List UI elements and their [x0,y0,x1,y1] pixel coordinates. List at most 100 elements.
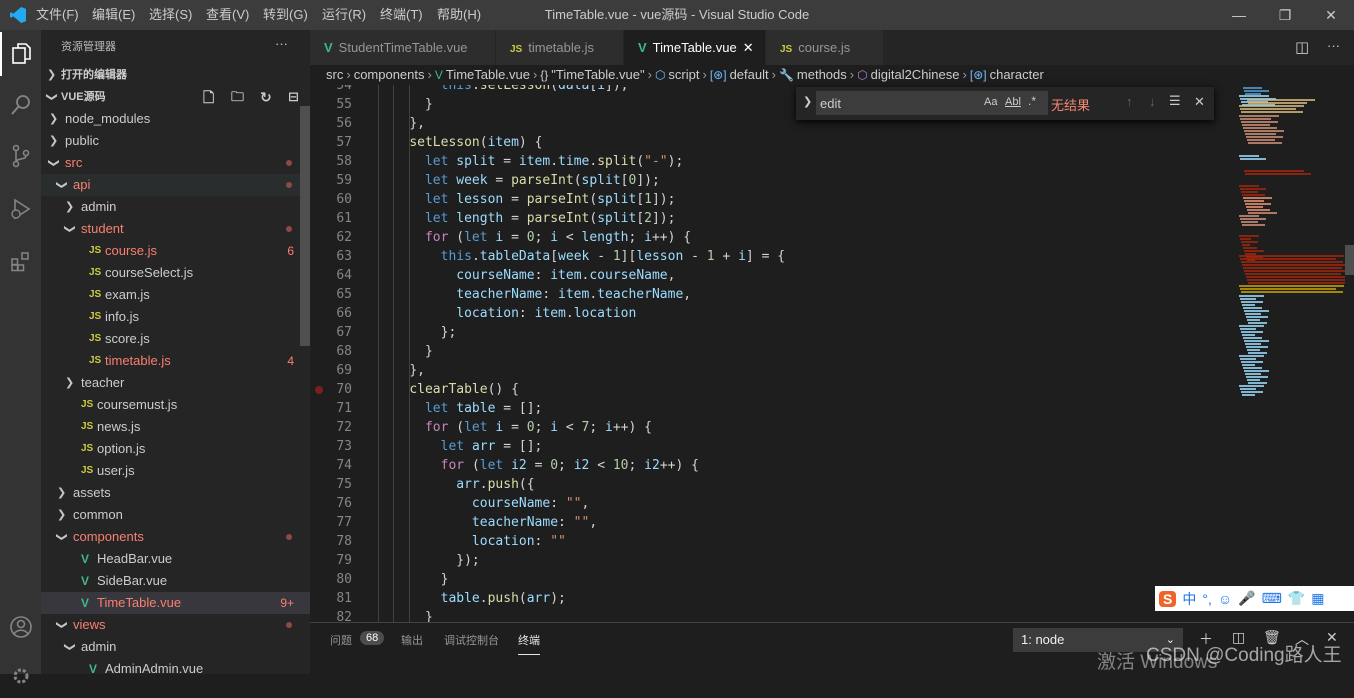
tree-item[interactable]: ❯ common [41,504,310,526]
tab-timetable-vue[interactable]: V TimeTable.vue ✕ [624,30,766,65]
code-text: }, [409,116,425,131]
tree-item[interactable]: ❯ admin [41,196,310,218]
tab-course-js[interactable]: JS course.js [766,30,884,65]
run-debug-icon[interactable] [0,187,41,231]
tab-debug-console[interactable]: 调试控制台 [444,633,499,649]
breadcrumb-item[interactable]: methods [797,67,847,82]
minimap-line [1243,337,1262,339]
tree-item[interactable]: JS coursemust.js [41,394,310,416]
match-case-button[interactable]: Aa [984,96,997,108]
tree-item[interactable]: V TimeTable.vue 9+ [41,592,310,614]
breadcrumb-item[interactable]: TimeTable.vue [446,67,530,82]
punctuation-icon[interactable]: °, [1202,591,1212,607]
minimap-line [1239,235,1259,237]
breadcrumb-item[interactable]: src [326,67,343,82]
breadcrumb-item[interactable]: script [668,67,699,82]
refresh-icon[interactable]: ↻ [260,86,272,108]
tab-problems[interactable]: 问题 [330,633,352,649]
breadcrumb-item[interactable]: digital2Chinese [871,67,960,82]
code-text: let lesson = parseInt(split[1]); [424,192,676,207]
tree-item[interactable]: ❯ teacher [41,372,310,394]
use-regex-button[interactable]: .* [1028,94,1036,108]
minimap[interactable] [1235,85,1354,622]
new-file-icon[interactable]: 🗋 [203,86,214,108]
next-match-icon[interactable]: ↓ [1149,94,1156,109]
tree-item[interactable]: ❯ admin [41,636,310,658]
tab-studenttimetable-vue[interactable]: V StudentTimeTable.vue [310,30,496,65]
editor-scrollbar[interactable] [1345,85,1354,622]
tree-item[interactable]: JS courseSelect.js [41,262,310,284]
toggle-replace-icon[interactable]: ❯ [803,95,812,108]
tree-item[interactable]: JS option.js [41,438,310,460]
match-whole-word-button[interactable]: Abl [1005,96,1021,108]
extensions-icon[interactable] [0,239,41,283]
menu-item[interactable]: 编辑(E) [92,0,135,30]
more-actions-icon[interactable]: ··· [1327,38,1340,53]
voice-icon[interactable]: 🎤 [1238,590,1255,607]
toolbox-icon[interactable]: ▦ [1311,590,1324,607]
close-tab-icon[interactable]: ✕ [743,40,754,55]
menu-item[interactable]: 帮助(H) [437,0,481,30]
minimap-line [1243,87,1262,89]
tree-item[interactable]: ❯ node_modules [41,108,310,130]
ime-toolbar[interactable]: S 中 °, ☺ 🎤 ⌨ 👕 ▦ [1155,586,1354,611]
tree-item[interactable]: JS news.js [41,416,310,438]
breadcrumb-item[interactable]: "TimeTable.vue" [551,67,644,82]
menu-item[interactable]: 运行(R) [322,0,366,30]
sidebar-scrollbar[interactable] [300,106,310,346]
vue-file-icon: V [81,574,90,588]
tab-output[interactable]: 输出 [401,633,423,649]
minimize-button[interactable]: — [1216,0,1262,30]
tab-terminal[interactable]: 终端 [518,633,540,655]
breadcrumb-item[interactable]: default [730,67,769,82]
source-control-icon[interactable] [0,134,41,178]
menu-item[interactable]: 文件(F) [36,0,79,30]
breadcrumb-item[interactable]: character [990,67,1044,82]
collapse-all-icon[interactable]: ⊟ [288,86,299,108]
tree-item[interactable]: V AdminAdmin.vue [41,658,310,674]
workspace-root-section[interactable]: ❯ VUE源码 🗋 🗀 ↻ ⊟ [41,86,310,108]
error-dot-icon [286,182,292,188]
ime-mode[interactable]: 中 [1182,589,1196,609]
tree-item[interactable]: JS user.js [41,460,310,482]
tree-item[interactable]: V SideBar.vue [41,570,310,592]
tree-item[interactable]: ❯ src [41,152,310,174]
menu-item[interactable]: 查看(V) [206,0,249,30]
tree-item[interactable]: V HeadBar.vue [41,548,310,570]
menu-item[interactable]: 转到(G) [263,0,308,30]
tree-item-label: info.js [105,309,139,324]
tree-item[interactable]: ❯ components [41,526,310,548]
tree-item[interactable]: ❯ views [41,614,310,636]
keyboard-icon[interactable]: ⌨ [1262,590,1282,607]
tree-item[interactable]: JS course.js 6 [41,240,310,262]
previous-match-icon[interactable]: ↑ [1126,94,1133,109]
skin-icon[interactable]: 👕 [1288,590,1305,607]
code-editor[interactable]: 54 this.setLesson(data[i]); 55 } 56 }, 57 s… [310,85,1235,622]
open-editors-section[interactable]: ❯ 打开的编辑器 [41,64,310,86]
account-icon[interactable] [0,605,41,649]
menu-item[interactable]: 终端(T) [380,0,423,30]
tab-timetable-js[interactable]: JS timetable.js [496,30,624,65]
explorer-icon[interactable] [0,32,41,76]
close-find-icon[interactable]: ✕ [1194,94,1205,110]
find-in-selection-icon[interactable]: ☰ [1169,93,1181,109]
tree-item[interactable]: ❯ student [41,218,310,240]
menu-item[interactable]: 选择(S) [149,0,192,30]
breadcrumb-item[interactable]: components [354,67,425,82]
tree-item[interactable]: ❯ api [41,174,310,196]
split-editor-icon[interactable]: ◫ [1295,38,1309,56]
tree-item[interactable]: ❯ assets [41,482,310,504]
tree-item[interactable]: JS timetable.js 4 [41,350,310,372]
emoji-icon[interactable]: ☺ [1218,591,1232,607]
tree-item[interactable]: JS score.js [41,328,310,350]
maximize-button[interactable]: ❐ [1262,0,1308,30]
tree-item[interactable]: JS info.js [41,306,310,328]
new-folder-icon[interactable]: 🗀 [231,86,244,108]
breakpoint-icon[interactable] [315,386,323,394]
settings-icon[interactable] [0,654,41,698]
close-window-button[interactable]: ✕ [1308,0,1354,30]
more-actions-button[interactable]: ··· [275,36,288,51]
tree-item[interactable]: JS exam.js [41,284,310,306]
tree-item[interactable]: ❯ public [41,130,310,152]
search-icon[interactable] [0,83,41,127]
